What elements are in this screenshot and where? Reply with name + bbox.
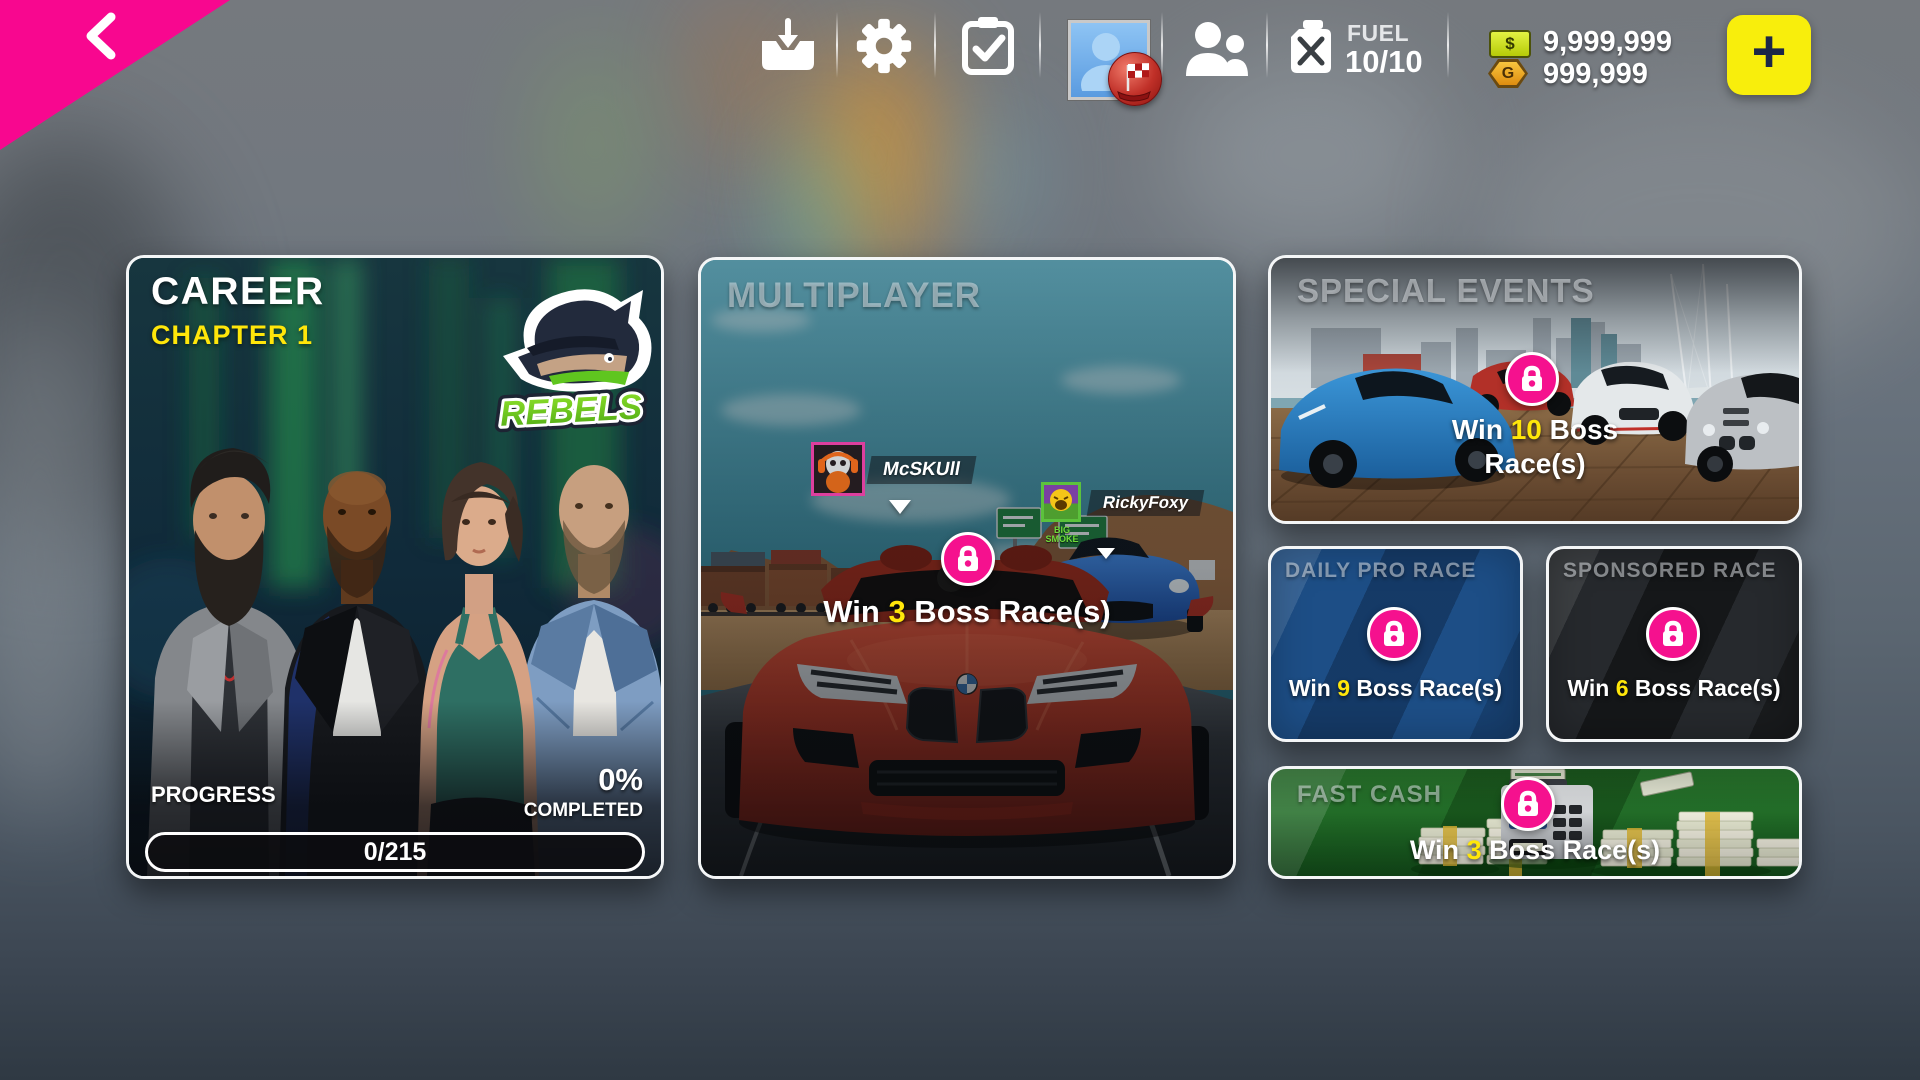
- fuel-indicator: [1287, 16, 1337, 78]
- fast-cash-card[interactable]: FAST CASH Win 3 Boss Race(s): [1268, 766, 1802, 879]
- player2-pointer: [1097, 548, 1115, 559]
- lock-icon: [1505, 352, 1559, 406]
- lock-icon: [1501, 777, 1555, 831]
- win-requirement-label: Win 3 Boss Race(s): [1271, 835, 1799, 866]
- player1-name: McSKUll: [867, 456, 977, 484]
- special-events-title: SPECIAL EVENTS: [1297, 272, 1595, 310]
- fuel-label: FUEL: [1347, 20, 1409, 47]
- friends-icon: [1182, 20, 1252, 78]
- header-divider: [934, 12, 936, 78]
- fuel-value: 10/10: [1345, 44, 1423, 80]
- cash-value: 9,999,999: [1543, 26, 1672, 59]
- fuel-can-icon: [1289, 17, 1335, 77]
- player2-name: RickyFoxy: [1087, 490, 1205, 516]
- player2-avatar: [1041, 482, 1081, 522]
- progress-percent: 0%: [598, 762, 643, 798]
- win-requirement-label: Win 6 Boss Race(s): [1549, 675, 1799, 702]
- header-divider: [1266, 12, 1268, 78]
- header-divider: [1447, 12, 1449, 78]
- multiplayer-title: MULTIPLAYER: [727, 276, 981, 316]
- download-tray-icon: [758, 17, 818, 75]
- rebels-logo: REBELS REBELS: [487, 284, 655, 434]
- win-requirement-label-line2: Race(s): [1271, 448, 1799, 480]
- daily-pro-race-title: DAILY PRO RACE: [1285, 559, 1476, 583]
- header-divider: [836, 12, 838, 78]
- career-card[interactable]: CAREER CHAPTER 1 REBELS REBELS: [126, 255, 664, 879]
- sponsored-race-card[interactable]: SPONSORED RACE Win 6 Boss Race(s): [1546, 546, 1802, 742]
- svg-text:REBELS: REBELS: [499, 387, 643, 433]
- friends-button[interactable]: [1181, 18, 1253, 80]
- fast-cash-title: FAST CASH: [1297, 781, 1442, 809]
- progress-label: PROGRESS: [151, 782, 276, 808]
- laughing-emoji-avatar-icon: [1044, 485, 1078, 519]
- header-divider: [1161, 12, 1163, 78]
- skull-avatar-icon: [814, 445, 862, 493]
- plus-icon: +: [1751, 22, 1786, 82]
- backdrop-blob: [955, 110, 1025, 240]
- multiplayer-card[interactable]: MULTIPLAYER McSKUll BIG SMOKE RickyFoxy: [698, 257, 1236, 879]
- add-currency-button[interactable]: +: [1727, 15, 1811, 95]
- inbox-button[interactable]: [755, 15, 821, 77]
- daily-pro-race-card[interactable]: DAILY PRO RACE Win 9 Boss Race(s): [1268, 546, 1523, 742]
- cash-icon: $: [1489, 30, 1531, 58]
- header-divider: [1039, 12, 1041, 78]
- gold-value: 999,999: [1543, 58, 1648, 91]
- player2-tag: BIG SMOKE: [1039, 526, 1085, 544]
- tasks-button[interactable]: [955, 14, 1021, 78]
- progress-completed-label: COMPLETED: [524, 800, 643, 822]
- backdrop-blob: [535, 40, 655, 250]
- win-requirement-label: Win 9 Boss Race(s): [1271, 675, 1520, 702]
- player1-avatar: [811, 442, 865, 496]
- chevron-left-icon: [78, 10, 130, 62]
- career-chapter: CHAPTER 1: [151, 320, 313, 351]
- gear-icon: [853, 15, 915, 77]
- clipboard-check-icon: [958, 15, 1018, 77]
- back-button[interactable]: [0, 0, 230, 150]
- lock-icon: [941, 532, 995, 586]
- win-requirement-label: Win 3 Boss Race(s): [701, 594, 1233, 630]
- checkered-flag-icon: [1109, 53, 1159, 103]
- lock-icon: [1367, 607, 1421, 661]
- special-events-card[interactable]: SPECIAL EVENTS Win 10 Boss Race(s): [1268, 255, 1802, 524]
- win-requirement-label: Win 10 Boss: [1271, 414, 1799, 446]
- race-notification-badge: [1108, 52, 1162, 106]
- game-home-screen: FUEL 10/10 $ 9,999,999 G 999,999 +: [0, 0, 1920, 1080]
- career-title: CAREER: [151, 270, 325, 314]
- lock-icon: [1646, 607, 1700, 661]
- settings-button[interactable]: [851, 14, 917, 78]
- sponsored-race-title: SPONSORED RACE: [1563, 559, 1777, 583]
- career-progress-bar: 0/215: [145, 832, 645, 872]
- backdrop-blob: [1170, 50, 1450, 260]
- player1-pointer: [889, 500, 911, 514]
- progress-value: 0/215: [364, 838, 427, 867]
- gold-icon: G: [1488, 59, 1528, 88]
